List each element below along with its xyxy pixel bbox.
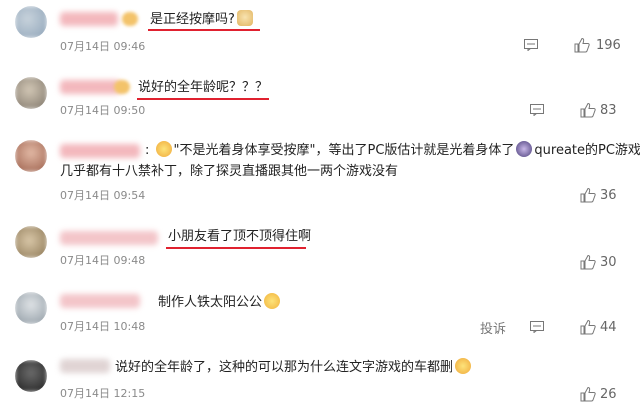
comment-item: 小朋友看了顶不顶得住啊 07月14日 09:48 30 bbox=[0, 220, 640, 282]
like-icon[interactable] bbox=[580, 102, 596, 118]
highlight-underline bbox=[137, 98, 269, 100]
comment-text: 小朋友看了顶不顶得住啊 bbox=[168, 229, 312, 244]
avatar[interactable] bbox=[15, 6, 47, 38]
doge-emoji-icon bbox=[236, 10, 253, 26]
reply-icon[interactable] bbox=[524, 39, 538, 51]
vip-badge-icon bbox=[114, 80, 130, 94]
avatar[interactable] bbox=[15, 140, 47, 172]
like-icon[interactable] bbox=[580, 386, 596, 402]
like-count: 44 bbox=[600, 320, 617, 335]
avatar[interactable] bbox=[15, 292, 47, 324]
like-icon[interactable] bbox=[580, 319, 596, 335]
comment-date: 07月14日 09:46 bbox=[60, 40, 146, 53]
username[interactable] bbox=[60, 359, 110, 373]
like-count: 196 bbox=[596, 38, 621, 53]
like-count: 36 bbox=[600, 188, 617, 203]
comment-text: 说好的全年龄了，这种的可以那为什么连文字游戏的车都删 bbox=[115, 358, 473, 377]
comment-date: 07月14日 12:15 bbox=[60, 387, 146, 400]
avatar[interactable] bbox=[15, 226, 47, 258]
comment-date: 07月14日 10:48 bbox=[60, 320, 146, 333]
comment-item: 制作人铁太阳公公 07月14日 10:48 投诉 44 bbox=[0, 285, 640, 347]
comment-date: 07月14日 09:50 bbox=[60, 104, 146, 117]
comment-date: 07月14日 09:48 bbox=[60, 254, 146, 267]
avatar[interactable] bbox=[15, 77, 47, 109]
avatar[interactable] bbox=[15, 360, 47, 392]
like-count: 26 bbox=[600, 387, 617, 402]
comment-item: 说好的全年龄了，这种的可以那为什么连文字游戏的车都删 07月14日 12:15 … bbox=[0, 352, 640, 411]
comment-date: 07月14日 09:54 bbox=[60, 189, 146, 202]
username[interactable] bbox=[60, 294, 140, 308]
highlight-underline bbox=[166, 247, 306, 249]
comment-item: 说好的全年龄呢？？？ 07月14日 09:50 83 bbox=[0, 68, 640, 130]
like-icon[interactable] bbox=[580, 187, 596, 203]
reply-icon[interactable] bbox=[530, 321, 544, 333]
username[interactable] bbox=[60, 231, 158, 245]
comment-text-line2: 几乎都有十八禁补丁，除了探灵直播跟其他一两个游戏没有 bbox=[60, 164, 399, 179]
like-count: 83 bbox=[600, 103, 617, 118]
grin-emoji-icon bbox=[155, 141, 172, 157]
comment-text: 说好的全年龄呢？？？ bbox=[138, 80, 269, 95]
report-button[interactable]: 投诉 bbox=[480, 318, 506, 337]
comment-text: 是正经按摩吗? bbox=[150, 10, 255, 29]
username[interactable] bbox=[60, 80, 120, 94]
cry-emoji-icon bbox=[455, 358, 472, 374]
like-icon[interactable] bbox=[580, 254, 596, 270]
vip-badge-icon bbox=[122, 12, 138, 26]
username[interactable] bbox=[60, 12, 118, 26]
reply-icon[interactable] bbox=[530, 104, 544, 116]
like-count: 30 bbox=[600, 255, 617, 270]
comment-text: : "不是光着身体享受按摩"，等出了PC版估计就是光着身体了 qureate的PC… bbox=[145, 141, 640, 158]
comment-item: 是正经按摩吗? 07月14日 09:46 196 bbox=[0, 0, 640, 62]
comment-text: 制作人铁太阳公公 bbox=[158, 293, 282, 312]
comment-item: : "不是光着身体享受按摩"，等出了PC版估计就是光着身体了 qureate的PC… bbox=[0, 135, 640, 207]
like-icon[interactable] bbox=[574, 37, 590, 53]
avatar-emoji-icon bbox=[516, 141, 533, 157]
username[interactable] bbox=[60, 144, 140, 158]
clap-emoji-icon bbox=[264, 293, 281, 309]
highlight-underline bbox=[148, 29, 260, 31]
